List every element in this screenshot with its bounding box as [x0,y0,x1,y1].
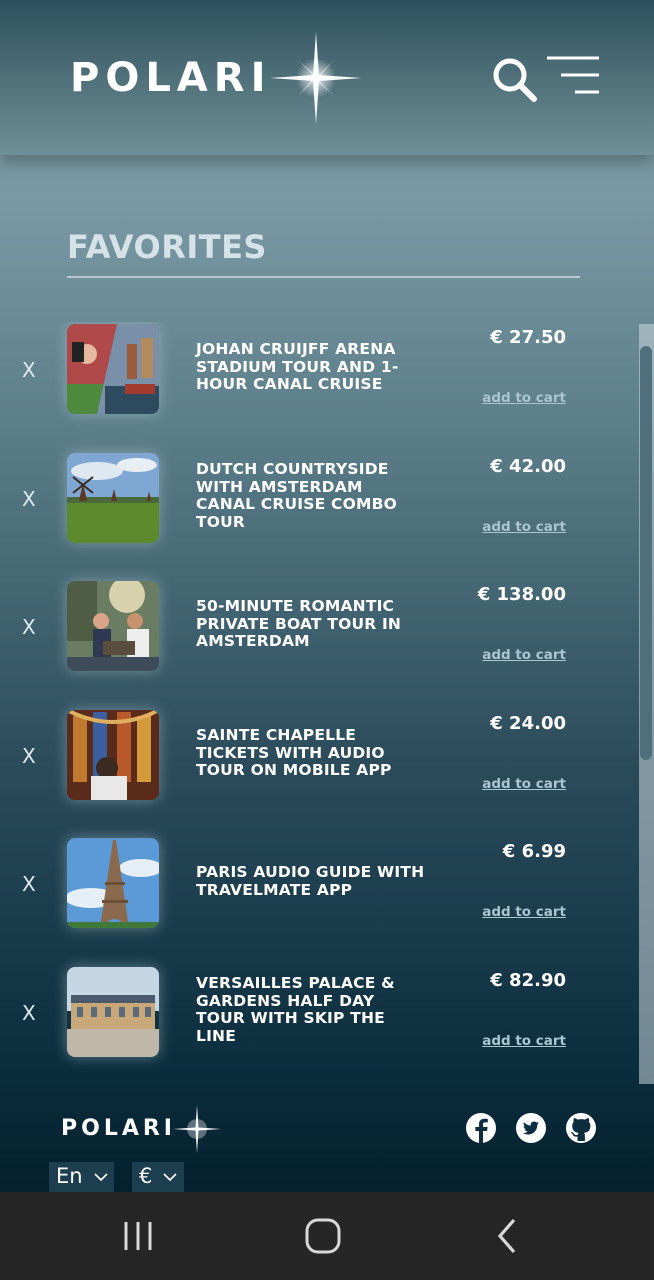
tour-thumbnail[interactable] [67,710,159,800]
page-title: FAVORITES [67,228,267,266]
tour-price: € 82.90 [490,970,566,991]
remove-button[interactable]: X [22,872,36,896]
language-select[interactable]: En [49,1162,114,1192]
favorite-item: X VERSAILLES PALACE & GARDENS HALF DAY T… [0,965,640,1074]
tour-thumbnail[interactable] [67,453,159,543]
search-icon[interactable] [490,55,538,103]
remove-button[interactable]: X [22,615,36,639]
currency-value: € [139,1164,153,1188]
logo-star-icon [173,1105,221,1153]
remove-button[interactable]: X [22,744,36,768]
chevron-down-icon [94,1173,108,1182]
tour-title[interactable]: PARIS AUDIO GUIDE WITH TRAVELMATE APP [196,863,426,899]
twitter-icon[interactable] [515,1112,547,1144]
chevron-down-icon [163,1173,177,1182]
top-header: POLARI [0,0,654,155]
tour-price: € 6.99 [502,841,566,862]
add-to-cart-link[interactable]: add to cart [482,904,566,920]
facebook-icon[interactable] [465,1112,497,1144]
add-to-cart-link[interactable]: add to cart [482,390,566,406]
add-to-cart-link[interactable]: add to cart [482,519,566,535]
tour-thumbnail[interactable] [67,581,159,671]
logo-star-icon [270,32,362,124]
remove-button[interactable]: X [22,487,36,511]
hamburger-menu-icon[interactable] [545,55,601,97]
remove-button[interactable]: X [22,358,36,382]
tour-thumbnail[interactable] [67,324,159,414]
add-to-cart-link[interactable]: add to cart [482,647,566,663]
currency-select[interactable]: € [132,1162,184,1192]
favorite-item: X PARIS AUDIO GUIDE WITH TRAVELMATE APP … [0,836,640,964]
tour-title[interactable]: SAINTE CHAPELLE TICKETS WITH AUDIO TOUR … [196,726,426,780]
tour-price: € 42.00 [490,456,566,477]
system-navigation-bar [0,1192,654,1280]
favorites-list: X JOHAN CRUIJFF ARENA STADIUM TOUR AND 1… [0,322,654,1074]
title-divider [67,276,580,278]
tour-price: € 27.50 [490,327,566,348]
home-icon[interactable] [297,1210,349,1262]
language-value: En [56,1164,83,1188]
tour-title[interactable]: DUTCH COUNTRYSIDE WITH AMSTERDAM CANAL C… [196,460,426,531]
add-to-cart-link[interactable]: add to cart [482,776,566,792]
github-icon[interactable] [565,1112,597,1144]
tour-thumbnail[interactable] [67,838,159,928]
favorite-item: X DUTCH COUNTRYSIDE WITH AMSTERDAM CANAL… [0,451,640,579]
tour-title[interactable]: 50-MINUTE ROMANTIC PRIVATE BOAT TOUR IN … [196,597,426,651]
tour-thumbnail[interactable] [67,967,159,1057]
add-to-cart-link[interactable]: add to cart [482,1033,566,1049]
remove-button[interactable]: X [22,1001,36,1025]
favorite-item: X 50-MINUTE ROMANTIC PRIVATE BOAT TOUR I… [0,579,640,707]
favorite-item: X SAINTE CHAPELLE TICKETS WITH AUDIO TOU… [0,708,640,836]
polarix-logo[interactable]: POLARI [70,55,271,101]
tour-title[interactable]: JOHAN CRUIJFF ARENA STADIUM TOUR AND 1-H… [196,340,426,394]
favorite-item: X JOHAN CRUIJFF ARENA STADIUM TOUR AND 1… [0,322,640,450]
tour-title[interactable]: VERSAILLES PALACE & GARDENS HALF DAY TOU… [196,974,426,1045]
tour-price: € 138.00 [477,584,566,605]
recent-apps-icon[interactable] [112,1210,164,1262]
back-icon[interactable] [482,1210,534,1262]
footer-logo[interactable]: POLARI [61,1116,176,1141]
tour-price: € 24.00 [490,713,566,734]
scrollbar-thumb[interactable] [640,346,652,760]
